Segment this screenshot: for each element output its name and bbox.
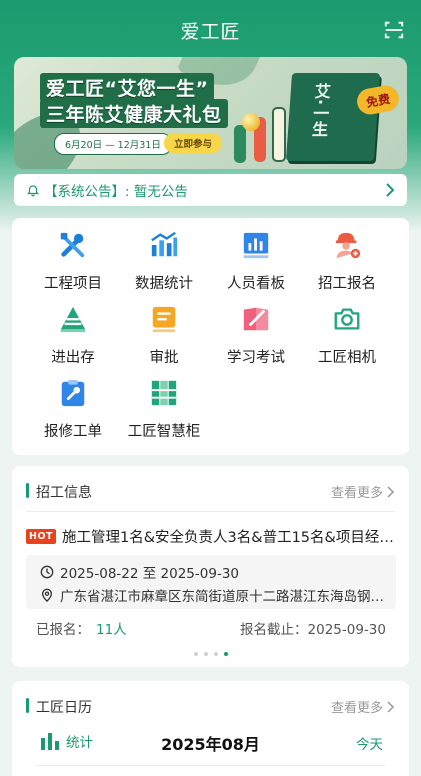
study-icon (243, 307, 269, 331)
menu-item-approval[interactable]: 审批 (119, 304, 209, 367)
job-detail-box: 2025-08-22 至 2025-09-30 广东省湛江市麻章区东简街道原十二… (26, 555, 396, 609)
carousel-dot[interactable] (213, 652, 218, 656)
worker-add-icon (335, 232, 361, 259)
job-address-line: 广东省湛江市麻章区东简街道原十二路湛江东海岛钢铁基地 (40, 585, 390, 605)
menu-item-study-exam[interactable]: 学习考试 (211, 304, 301, 367)
view-more-link[interactable]: 查看更多 (331, 482, 395, 501)
page-title: 爱工匠 (180, 20, 241, 43)
carousel-dot[interactable] (203, 652, 208, 656)
approval-icon (152, 306, 176, 333)
menu-item-statistics[interactable]: 数据统计 (119, 230, 209, 293)
menu-label: 审批 (149, 350, 179, 366)
location-icon (41, 588, 53, 602)
bar-chart-icon (151, 231, 178, 257)
signed-label: 已报名： (36, 622, 90, 638)
menu-item-inventory[interactable]: 进出存 (28, 304, 118, 367)
chevron-right-icon (387, 700, 395, 713)
section-accent-bar (26, 483, 29, 498)
menu-label: 人员看板 (227, 276, 285, 292)
camera-icon (334, 308, 360, 330)
menu-label: 数据统计 (135, 276, 193, 292)
recruit-info-card: 招工信息 查看更多 HOT 施工管理1名&安全负责人3名&普工15名&项目经理2… (12, 466, 409, 667)
promo-banner[interactable]: 爱工匠“艾您一生” 三年陈艾健康大礼包 6月20日 — 12月31日 立即参与 … (14, 57, 407, 169)
smart-cabinet-icon (151, 380, 177, 406)
carousel-indicator (12, 652, 409, 656)
feature-grid: 工程项目 数据统计 人员看板 招工报名 进出存 审批 学习考试 工匠相机 报修工… (12, 218, 409, 455)
scan-icon[interactable] (383, 19, 405, 41)
product-tube (272, 107, 286, 162)
hot-badge: HOT (26, 529, 57, 544)
today-button[interactable]: 今天 (356, 733, 383, 753)
divider (36, 765, 385, 766)
inventory-icon (60, 306, 86, 333)
divider (26, 511, 395, 512)
view-more-label: 查看更多 (330, 701, 383, 716)
banner-date-range: 6月20日 — 12月31日 (54, 133, 172, 155)
view-more-label: 查看更多 (330, 486, 383, 501)
job-address: 广东省湛江市麻章区东简街道原十二路湛江东海岛钢铁基地 (60, 589, 390, 605)
nav-bar: 爱工匠 (0, 0, 421, 60)
menu-item-repair-order[interactable]: 报修工单 (28, 378, 118, 441)
job-date-range: 2025-08-22 至 2025-09-30 (60, 566, 239, 582)
menu-label: 学习考试 (227, 350, 285, 366)
calendar-section-header: 工匠日历 查看更多 (12, 695, 409, 717)
clock-icon (40, 565, 54, 579)
system-notice-bar[interactable]: 【系统公告】: 暂无公告 (14, 174, 407, 206)
banner-join-button[interactable]: 立即参与 (164, 133, 223, 153)
notice-text: 【系统公告】: 暂无公告 (44, 184, 188, 200)
product-ball (242, 113, 260, 131)
menu-label: 工匠相机 (318, 350, 376, 366)
menu-item-camera[interactable]: 工匠相机 (302, 304, 392, 367)
menu-item-recruit-signup[interactable]: 招工报名 (302, 230, 392, 293)
calendar-month[interactable]: 2025年08月 (12, 731, 409, 755)
chevron-right-icon (386, 183, 395, 197)
menu-item-project[interactable]: 工程项目 (28, 230, 118, 293)
job-stats: 已报名： 11人 报名截止：2025-09-30 (36, 618, 386, 638)
product-tube (234, 125, 246, 163)
job-date-line: 2025-08-22 至 2025-09-30 (40, 562, 390, 582)
section-title: 工匠日历 (36, 700, 92, 716)
menu-item-staff-board[interactable]: 人员看板 (211, 230, 301, 293)
gift-box: 艾·一生 (285, 73, 381, 161)
repair-order-icon (61, 379, 85, 407)
menu-label: 工匠智慧柜 (127, 424, 201, 440)
bell-icon (26, 185, 40, 197)
menu-label: 报修工单 (44, 424, 102, 440)
calendar-toolbar: 统计 2025年08月 今天 (12, 729, 409, 755)
menu-item-smart-cabinet[interactable]: 工匠智慧柜 (119, 378, 209, 441)
gift-box-text: 艾·一生 (308, 83, 332, 138)
dashboard-icon (243, 232, 269, 259)
menu-label: 工程项目 (44, 276, 102, 292)
signed-count: 11人 (96, 622, 127, 638)
section-accent-bar (26, 698, 29, 713)
section-title: 招工信息 (36, 485, 92, 501)
job-title-row[interactable]: HOT 施工管理1名&安全负责人3名&普工15名&项目经理2名 (26, 526, 396, 547)
carousel-dot-active[interactable] (223, 652, 228, 656)
chevron-right-icon (387, 485, 395, 498)
carousel-dot[interactable] (193, 652, 198, 656)
recruit-section-header: 招工信息 查看更多 (12, 480, 409, 502)
craftsman-calendar-card: 工匠日历 查看更多 统计 2025年08月 今天 (12, 681, 409, 776)
signup-deadline: 报名截止：2025-09-30 (240, 622, 386, 638)
menu-label: 进出存 (51, 350, 95, 366)
banner-subheadline: 三年陈艾健康大礼包 (40, 99, 228, 128)
menu-label: 招工报名 (318, 276, 376, 292)
job-title: 施工管理1名&安全负责人3名&普工15名&项目经理2名 (62, 530, 396, 546)
view-more-link[interactable]: 查看更多 (331, 697, 395, 716)
banner-headline: 爱工匠“艾您一生” (40, 73, 215, 102)
tools-icon (60, 232, 85, 258)
